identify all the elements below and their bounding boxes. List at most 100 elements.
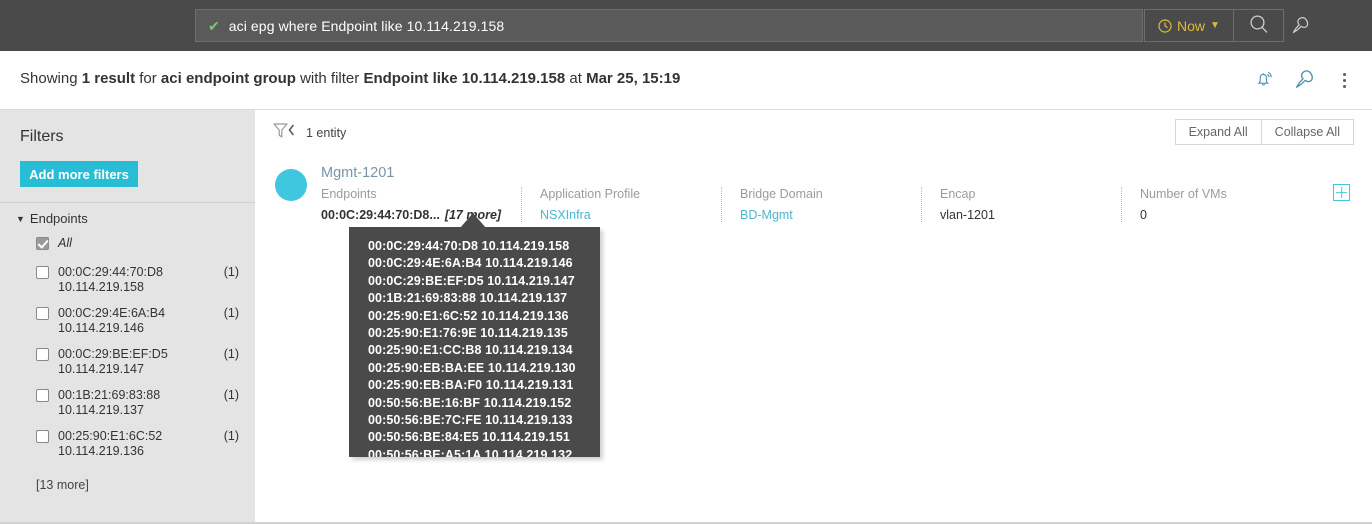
filter-mac: 00:0C:29:BE:EF:D5 — [58, 347, 168, 361]
filter-mac: 00:25:90:E1:6C:52 — [58, 429, 163, 443]
filters-sidebar: Filters Add more filters ▼ Endpoints All… — [0, 110, 255, 522]
tooltip-row: 00:1B:21:69:83:88 10.114.219.137 — [368, 291, 568, 306]
checkbox[interactable] — [36, 389, 49, 402]
filter-ip: 10.114.219.158 — [58, 280, 144, 294]
filter-item[interactable]: 00:1B:21:69:83:88 10.114.219.137 (1) — [0, 388, 255, 418]
time-range-button[interactable]: Now ▼ — [1144, 9, 1234, 42]
checkbox[interactable] — [36, 348, 49, 361]
filter-label: 00:25:90:E1:6C:52 10.114.219.136 — [58, 429, 218, 459]
filter-mac: 00:0C:29:4E:6A:B4 — [58, 306, 166, 320]
tooltip-endpoint-list: 00:0C:29:44:70:D8 10.114.219.158 00:0C:2… — [349, 227, 600, 457]
tooltip-row: 00:25:90:E1:6C:52 10.114.219.136 — [368, 308, 569, 323]
bell-alert-icon — [1253, 68, 1275, 93]
column-application-profile: Application Profile NSXInfra — [521, 187, 721, 222]
query-text: aci epg where Endpoint like 10.114.219.1… — [228, 17, 505, 34]
column-encap: Encap vlan-1201 — [921, 187, 1121, 222]
bell-alert-button[interactable] — [1252, 67, 1276, 93]
tooltip-row: 00:0C:29:4E:6A:B4 10.114.219.146 — [368, 256, 573, 271]
tooltip-row: 00:50:56:BE:A5:1A 10.114.219.132 — [368, 447, 573, 457]
entity-count-label: 1 entity — [306, 125, 347, 140]
column-bridge-domain: Bridge Domain BD-Mgmt — [721, 187, 921, 222]
filter-collapse-icon[interactable] — [273, 122, 299, 143]
column-header: Encap — [940, 187, 976, 201]
top-search-bar: ✔ aci epg where Endpoint like 10.114.219… — [0, 0, 1372, 51]
tooltip-row: 00:50:56:BE:7C:FE 10.114.219.133 — [368, 413, 573, 428]
search-icon — [1249, 14, 1269, 37]
collapse-all-button[interactable]: Collapse All — [1260, 120, 1353, 144]
expand-all-button[interactable]: Expand All — [1175, 120, 1261, 144]
results-summary: Showing 1 result for aci endpoint group … — [20, 70, 680, 87]
column-number-of-vms: Number of VMs 0 — [1121, 187, 1321, 222]
summary-with-filter: with filter — [295, 70, 364, 87]
filter-ip: 10.114.219.136 — [58, 444, 144, 458]
time-range-label: Now — [1177, 17, 1206, 34]
filter-count: (1) — [223, 265, 239, 279]
kebab-menu-button[interactable] — [1334, 67, 1354, 93]
header-actions — [1252, 67, 1354, 93]
sidebar-divider — [0, 202, 255, 203]
tooltip-row: 00:50:56:BE:16:BF 10.114.219.152 — [368, 395, 572, 410]
filter-group-endpoints[interactable]: ▼ Endpoints — [16, 211, 88, 226]
check-icon: ✔ — [208, 17, 220, 34]
tooltip-row: 00:25:90:EB:BA:F0 10.114.219.131 — [368, 378, 574, 393]
results-header-bar: Showing 1 result for aci endpoint group … — [0, 51, 1372, 110]
tooltip-row: 00:25:90:E1:CC:B8 10.114.219.134 — [368, 343, 573, 358]
tooltip-row: 00:25:90:EB:BA:EE 10.114.219.130 — [368, 360, 576, 375]
filter-label-all: All — [58, 236, 72, 250]
column-value[interactable]: NSXInfra — [540, 208, 707, 222]
filter-count: (1) — [223, 347, 239, 361]
pin-icon — [1291, 15, 1311, 38]
column-value[interactable]: BD-Mgmt — [740, 208, 907, 222]
filter-group-label: Endpoints — [29, 211, 88, 226]
column-header: Endpoints — [321, 187, 377, 201]
column-value: vlan-1201 — [940, 208, 995, 222]
pin-button[interactable] — [1288, 13, 1314, 39]
kebab-menu-icon — [1342, 72, 1346, 76]
column-value: 0 — [1140, 208, 1147, 222]
filters-title: Filters — [20, 128, 64, 145]
filters-show-more[interactable]: [13 more] — [36, 478, 89, 492]
summary-for: for — [135, 70, 161, 87]
tooltip-arrow — [460, 213, 486, 228]
column-header: Number of VMs — [1140, 187, 1227, 201]
column-header: Bridge Domain — [740, 187, 823, 201]
filter-item-all[interactable]: All — [0, 236, 255, 251]
search-button[interactable] — [1234, 9, 1284, 42]
summary-at: at — [565, 70, 587, 87]
filter-count: (1) — [223, 306, 239, 320]
entity-count-bar: 1 entity — [273, 122, 346, 143]
filter-item[interactable]: 00:0C:29:4E:6A:B4 10.114.219.146 (1) — [0, 306, 255, 336]
filter-ip: 10.114.219.146 — [58, 321, 144, 335]
summary-prefix: Showing — [20, 70, 82, 87]
checkbox[interactable] — [36, 266, 49, 279]
filter-label: 00:0C:29:44:70:D8 10.114.219.158 — [58, 265, 218, 295]
checkbox[interactable] — [36, 430, 49, 443]
filter-list: All 00:0C:29:44:70:D8 10.114.219.158 (1)… — [0, 236, 255, 470]
checkbox-all[interactable] — [36, 237, 49, 250]
chevron-down-icon: ▼ — [1210, 20, 1220, 31]
filter-label: 00:0C:29:BE:EF:D5 10.114.219.147 — [58, 347, 218, 377]
column-header: Application Profile — [540, 187, 641, 201]
column-endpoints: Endpoints 00:0C:29:44:70:D8... [17 more] — [321, 187, 521, 222]
filter-ip: 10.114.219.137 — [58, 403, 144, 417]
tooltip-row: 00:50:56:BE:84:E5 10.114.219.151 — [368, 430, 570, 445]
clock-icon — [1158, 18, 1172, 33]
entity-name-link[interactable]: Mgmt-1201 — [321, 165, 394, 181]
filter-count: (1) — [223, 388, 239, 402]
filter-item[interactable]: 00:25:90:E1:6C:52 10.114.219.136 (1) — [0, 429, 255, 459]
filter-label: 00:0C:29:4E:6A:B4 10.114.219.146 — [58, 306, 218, 336]
summary-count: 1 result — [81, 70, 136, 87]
pin-result-button[interactable] — [1293, 67, 1317, 93]
checkbox[interactable] — [36, 307, 49, 320]
entity-avatar — [275, 169, 307, 201]
endpoints-tooltip: 00:0C:29:44:70:D8 10.114.219.158 00:0C:2… — [349, 227, 600, 457]
query-search-box[interactable]: ✔ aci epg where Endpoint like 10.114.219… — [195, 9, 1143, 42]
add-more-filters-button[interactable]: Add more filters — [20, 161, 138, 187]
filter-count: (1) — [223, 429, 239, 443]
filter-item[interactable]: 00:0C:29:44:70:D8 10.114.219.158 (1) — [0, 265, 255, 295]
summary-timestamp: Mar 25, 15:19 — [586, 70, 681, 87]
summary-entity: aci endpoint group — [160, 70, 296, 87]
filter-label: 00:1B:21:69:83:88 10.114.219.137 — [58, 388, 218, 418]
add-column-icon[interactable] — [1333, 184, 1350, 201]
filter-item[interactable]: 00:0C:29:BE:EF:D5 10.114.219.147 (1) — [0, 347, 255, 377]
